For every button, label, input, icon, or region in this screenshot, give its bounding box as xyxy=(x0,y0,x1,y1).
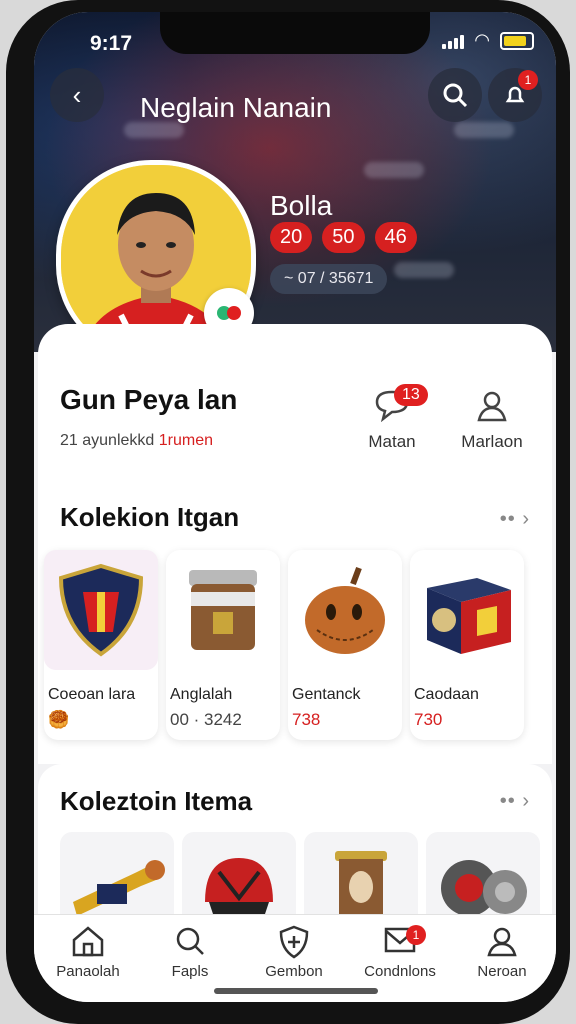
search-icon xyxy=(140,925,240,963)
search-icon xyxy=(443,83,468,108)
card-value: 🥮 xyxy=(48,710,70,729)
stat-pill: 20 xyxy=(270,222,313,253)
tab-label: Gembon xyxy=(265,963,323,980)
status-time: 9:17 xyxy=(90,32,133,55)
page-title: Neglain Nanain xyxy=(140,92,332,123)
more-button[interactable]: •• › xyxy=(500,508,530,531)
card-value: 738 xyxy=(292,710,321,729)
shield-icon xyxy=(244,925,344,963)
profile-name: Gun Peya lan xyxy=(60,384,238,415)
profile-subtitle: 21 ayunlekkd 1rumen xyxy=(60,432,213,450)
hero-label: Bolla xyxy=(270,190,333,221)
mail-icon xyxy=(350,925,450,963)
action-profile[interactable]: Marlaon xyxy=(452,388,532,452)
stat-pill: 50 xyxy=(322,222,365,253)
club-crest-icon xyxy=(44,550,158,670)
message-count-badge: 13 xyxy=(394,384,428,406)
card-name: Anglalah xyxy=(170,686,233,703)
section-title: Koleztoin Itema xyxy=(60,786,253,816)
gift-box-icon xyxy=(410,550,524,670)
wifi-icon: ◠ xyxy=(474,30,490,50)
tab-label: Panaolah xyxy=(56,963,120,980)
tab-label: Neroan xyxy=(477,963,527,980)
tab-shield[interactable]: Gembon xyxy=(244,925,344,980)
camera-notch xyxy=(160,12,430,54)
tab-badge: 1 xyxy=(406,925,426,945)
user-icon xyxy=(452,925,552,963)
action-label: Matan xyxy=(368,432,416,451)
stat-pills: 20 50 46 xyxy=(270,222,417,253)
search-button[interactable] xyxy=(428,68,482,122)
card-name: Coeoan lara xyxy=(48,686,136,703)
back-button[interactable]: ‹ xyxy=(50,68,104,122)
signal-icon xyxy=(442,33,465,49)
collection-card[interactable]: Caodaan 730 xyxy=(410,550,524,740)
card-value: 730 xyxy=(414,710,443,729)
profile-subtitle-text: 21 ayunlekkd xyxy=(60,432,155,449)
battery-icon xyxy=(500,31,534,50)
jar-icon xyxy=(166,550,280,670)
action-messages[interactable]: 13 Matan xyxy=(352,384,432,452)
collection-card[interactable]: Coeoan lara 🥮 xyxy=(44,550,158,740)
action-label: Marlaon xyxy=(461,432,523,451)
collection-card[interactable]: Anglalah 00 · 3242 xyxy=(166,550,280,740)
tab-search[interactable]: Fapls xyxy=(140,925,240,980)
collection-card[interactable]: Gentanck 738 xyxy=(288,550,402,740)
notification-badge: 1 xyxy=(518,70,538,90)
phone-frame: 9:17 ◠ ‹ Neglain Nanain 1 Bolla 20 50 46… xyxy=(6,0,570,1024)
tab-label: Fapls xyxy=(171,963,209,980)
chevron-left-icon: ‹ xyxy=(72,79,82,110)
screen: 9:17 ◠ ‹ Neglain Nanain 1 Bolla 20 50 46… xyxy=(34,12,556,1002)
player-code: ~ 07 / 35671 xyxy=(270,264,388,294)
tab-label: Condnlons xyxy=(364,963,436,980)
home-indicator[interactable] xyxy=(214,988,378,994)
card-value: 00 · 3242 xyxy=(170,710,242,729)
user-icon xyxy=(452,388,532,432)
profile-subtitle-highlight: 1rumen xyxy=(158,432,213,449)
tab-conditions[interactable]: 1 Condnlons xyxy=(350,925,450,980)
section-title: Kolekion Itgan xyxy=(60,502,240,532)
card-name: Gentanck xyxy=(292,686,361,703)
dual-dot-icon xyxy=(217,306,241,320)
home-icon xyxy=(38,925,138,963)
gourd-ball-icon xyxy=(288,550,402,670)
stat-pill: 46 xyxy=(374,222,417,253)
tab-home[interactable]: Panaolah xyxy=(38,925,138,980)
card-name: Caodaan xyxy=(414,686,479,703)
tab-profile[interactable]: Neroan xyxy=(452,925,552,980)
more-button[interactable]: •• › xyxy=(500,790,530,813)
status-icons: ◠ xyxy=(442,30,534,51)
notifications-button[interactable]: 1 xyxy=(488,68,542,122)
